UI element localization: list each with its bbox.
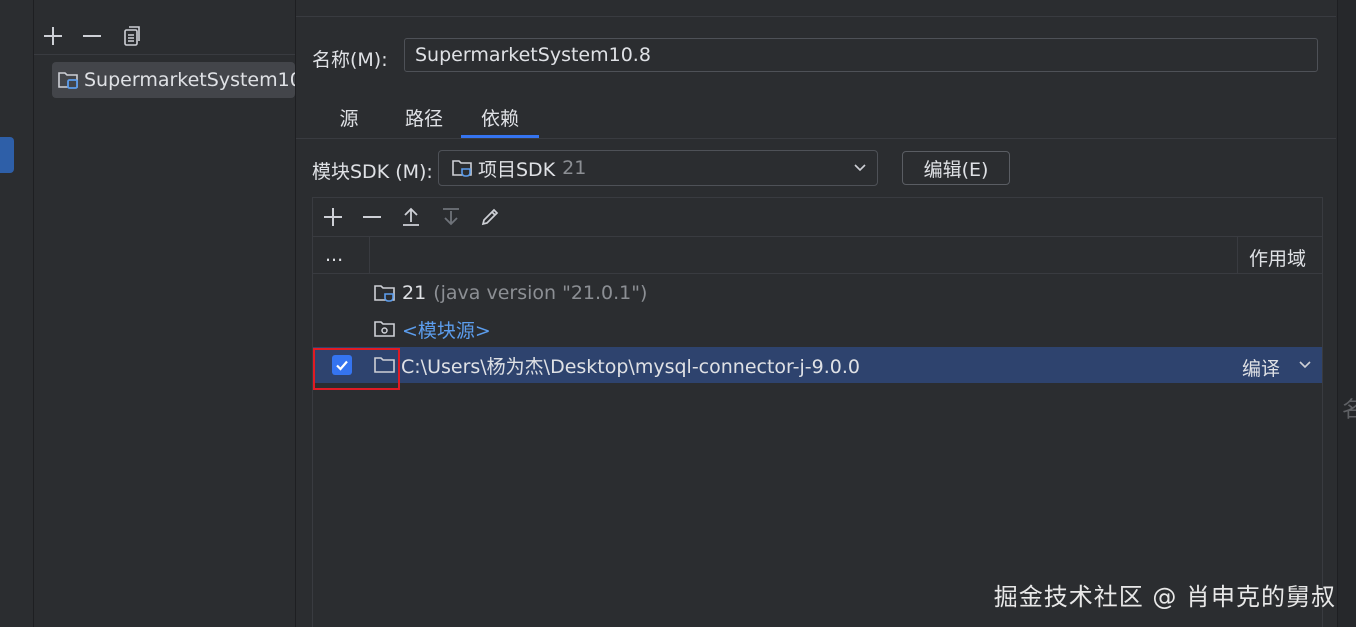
dependency-name: 21 (402, 282, 427, 304)
edit-sdk-button[interactable]: 编辑(E) (902, 151, 1010, 185)
remove-icon[interactable] (361, 206, 383, 228)
annotation-highlight-box (313, 348, 400, 390)
move-down-icon (440, 206, 462, 228)
tab-dependencies-label: 依赖 (480, 108, 519, 130)
add-icon[interactable] (42, 25, 64, 47)
module-sdk-version: 21 (562, 157, 587, 179)
move-up-icon[interactable] (400, 206, 422, 228)
dependencies-header: ... 作用域 (313, 236, 1322, 274)
chevron-down-icon[interactable] (1298, 359, 1312, 371)
column-header-export[interactable]: ... (325, 244, 343, 266)
dependencies-table: ... 作用域 21 (java version "21.0.1") <模块源>… (312, 197, 1323, 627)
edit-icon[interactable] (479, 206, 501, 228)
modules-toolbar (34, 18, 295, 55)
edge-glyph: 名 (1342, 398, 1356, 423)
left-strip (0, 0, 34, 627)
column-header-scope[interactable]: 作用域 (1249, 244, 1306, 271)
dependency-row-jdk[interactable]: 21 (java version "21.0.1") (313, 275, 1322, 311)
selected-section-marker (0, 137, 14, 173)
module-sdk-value: 项目SDK (478, 158, 556, 181)
module-item[interactable]: SupermarketSystem10. (52, 62, 295, 98)
jdk-folder-icon (373, 283, 397, 303)
top-separator (296, 16, 1336, 17)
copy-icon[interactable] (121, 25, 143, 47)
add-icon[interactable] (322, 206, 344, 228)
scope-value[interactable]: 编译 (1242, 354, 1280, 381)
source-folder-icon (373, 319, 397, 339)
watermark: 掘金技术社区 @ 肖申克的舅叔 (993, 583, 1336, 611)
tabs-separator (296, 138, 1336, 139)
column-divider (1237, 236, 1238, 273)
jdk-folder-icon (451, 158, 473, 178)
tab-paths[interactable]: 路径 (394, 104, 454, 138)
dependency-row-module-source[interactable]: <模块源> (313, 311, 1322, 347)
name-input[interactable] (404, 38, 1318, 72)
modules-panel: SupermarketSystem10. (34, 0, 296, 627)
module-sdk-label: 模块SDK (M): (312, 161, 433, 183)
column-divider (369, 236, 370, 273)
dependency-detail: (java version "21.0.1") (433, 282, 648, 304)
tab-sources-label: 源 (339, 108, 359, 130)
tab-paths-label: 路径 (404, 108, 443, 130)
dependency-row-library[interactable]: C:\Users\杨为杰\Desktop\mysql-connector-j-9… (313, 347, 1322, 383)
module-item-label: SupermarketSystem10. (84, 69, 295, 91)
remove-icon[interactable] (81, 25, 103, 47)
dependency-name: <模块源> (402, 319, 491, 342)
tab-dependencies[interactable]: 依赖 (461, 104, 539, 138)
edit-sdk-button-label: 编辑(E) (923, 158, 989, 181)
right-edge-panel (1337, 0, 1356, 627)
dependency-name: C:\Users\杨为杰\Desktop\mysql-connector-j-9… (401, 355, 860, 378)
chevron-down-icon (853, 162, 867, 174)
module-sdk-select[interactable]: 项目SDK 21 (438, 150, 878, 186)
name-label: 名称(M): (312, 49, 388, 71)
dependencies-toolbar (313, 198, 1322, 237)
tab-sources[interactable]: 源 (330, 104, 368, 138)
module-folder-icon (57, 70, 79, 90)
